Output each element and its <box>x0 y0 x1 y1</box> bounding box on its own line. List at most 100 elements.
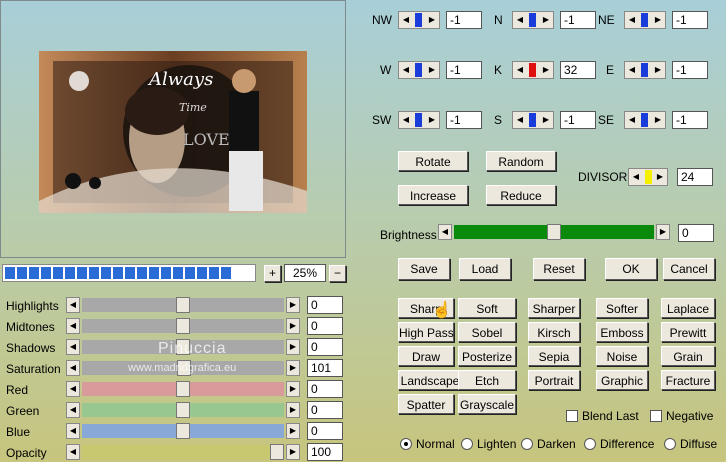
kernel-thumb[interactable] <box>641 63 648 77</box>
mode-diffuse-radio[interactable] <box>664 438 676 450</box>
preset-draw-button[interactable]: Draw <box>398 346 454 366</box>
mode-darken-radio[interactable] <box>521 438 533 450</box>
kernel-field-n[interactable]: -1 <box>560 11 596 29</box>
preset-graphic-button[interactable]: Graphic <box>596 370 648 390</box>
slider-right-icon[interactable]: ▶ <box>286 339 300 355</box>
preset-sepia-button[interactable]: Sepia <box>528 346 580 366</box>
slider-right-icon[interactable]: ▶ <box>286 297 300 313</box>
divisor-spinner[interactable]: ◀ ▶ <box>628 168 668 186</box>
increase-icon[interactable]: ▶ <box>541 14 551 26</box>
kernel-field-w[interactable]: -1 <box>446 61 482 79</box>
kernel-field-s[interactable]: -1 <box>560 111 596 129</box>
kernel-field-ne[interactable]: -1 <box>672 11 708 29</box>
slider-thumb[interactable] <box>176 381 190 397</box>
slider-thumb[interactable] <box>270 444 284 460</box>
kernel-field-sw[interactable]: -1 <box>446 111 482 129</box>
slider-left-icon[interactable]: ◀ <box>66 381 80 397</box>
preset-softer-button[interactable]: Softer <box>596 298 648 318</box>
cancel-button[interactable]: Cancel <box>663 258 715 280</box>
kernel-spinner-e[interactable]: ◀ ▶ <box>624 61 666 79</box>
kernel-spinner-n[interactable]: ◀ ▶ <box>512 11 554 29</box>
brightness-slider[interactable]: ◀ ▶ <box>438 224 670 240</box>
kernel-field-e[interactable]: -1 <box>672 61 708 79</box>
slider-left-icon[interactable]: ◀ <box>66 402 80 418</box>
decrease-icon[interactable]: ◀ <box>401 64 411 76</box>
kernel-spinner-sw[interactable]: ◀ ▶ <box>398 111 440 129</box>
slider-right-icon[interactable]: ▶ <box>286 360 300 376</box>
mode-normal-radio[interactable] <box>400 438 412 450</box>
slider-right-icon[interactable]: ▶ <box>286 423 300 439</box>
decrease-icon[interactable]: ◀ <box>627 114 637 126</box>
decrease-icon[interactable]: ◀ <box>401 114 411 126</box>
preset-spatter-button[interactable]: Spatter <box>398 394 454 414</box>
slider-left-icon[interactable]: ◀ <box>66 339 80 355</box>
increase-icon[interactable]: ▶ <box>427 114 437 126</box>
reduce-button[interactable]: Reduce <box>486 185 556 205</box>
kernel-field-se[interactable]: -1 <box>672 111 708 129</box>
preset-fracture-button[interactable]: Fracture <box>661 370 715 390</box>
kernel-thumb[interactable] <box>529 113 536 127</box>
brightness-right-icon[interactable]: ▶ <box>656 224 670 240</box>
divisor-increase-icon[interactable]: ▶ <box>655 171 665 183</box>
random-button[interactable]: Random <box>486 151 556 171</box>
preset-emboss-button[interactable]: Emboss <box>596 322 648 342</box>
highlights-field[interactable]: 0 <box>307 296 343 314</box>
kernel-spinner-k[interactable]: ◀ ▶ <box>512 61 554 79</box>
preset-landscape-button[interactable]: Landscape <box>398 370 462 390</box>
reset-button[interactable]: Reset <box>533 258 585 280</box>
kernel-spinner-ne[interactable]: ◀ ▶ <box>624 11 666 29</box>
slider-right-icon[interactable]: ▶ <box>286 318 300 334</box>
preset-grain-button[interactable]: Grain <box>661 346 715 366</box>
preset-sobel-button[interactable]: Sobel <box>458 322 516 342</box>
slider-right-icon[interactable]: ▶ <box>286 402 300 418</box>
preset-soft-button[interactable]: Soft <box>458 298 516 318</box>
slider-right-icon[interactable]: ▶ <box>286 444 300 460</box>
divisor-decrease-icon[interactable]: ◀ <box>631 171 641 183</box>
blue-slider[interactable]: ◀ ▶ <box>66 423 300 439</box>
brightness-thumb[interactable] <box>547 224 561 240</box>
decrease-icon[interactable]: ◀ <box>515 14 525 26</box>
slider-left-icon[interactable]: ◀ <box>66 360 80 376</box>
slider-thumb[interactable] <box>176 297 190 313</box>
increase-icon[interactable]: ▶ <box>541 114 551 126</box>
midtones-field[interactable]: 0 <box>307 317 343 335</box>
preset-noise-button[interactable]: Noise <box>596 346 648 366</box>
negative-checkbox[interactable] <box>650 410 662 422</box>
kernel-spinner-se[interactable]: ◀ ▶ <box>624 111 666 129</box>
red-slider[interactable]: ◀ ▶ <box>66 381 300 397</box>
zoom-in-button[interactable]: + <box>264 265 281 282</box>
decrease-icon[interactable]: ◀ <box>401 14 411 26</box>
kernel-thumb[interactable] <box>641 113 648 127</box>
load-button[interactable]: Load <box>459 258 511 280</box>
kernel-spinner-w[interactable]: ◀ ▶ <box>398 61 440 79</box>
mode-difference-radio[interactable] <box>584 438 596 450</box>
shadows-field[interactable]: 0 <box>307 338 343 356</box>
preset-high-pass-button[interactable]: High Pass <box>398 322 454 342</box>
divisor-thumb[interactable] <box>645 170 652 184</box>
preset-grayscale-button[interactable]: Grayscale <box>458 394 516 414</box>
preset-posterize-button[interactable]: Posterize <box>458 346 516 366</box>
ok-button[interactable]: OK <box>605 258 657 280</box>
mode-lighten-radio[interactable] <box>461 438 473 450</box>
brightness-left-icon[interactable]: ◀ <box>438 224 452 240</box>
zoom-out-button[interactable]: − <box>329 265 346 282</box>
kernel-spinner-nw[interactable]: ◀ ▶ <box>398 11 440 29</box>
slider-left-icon[interactable]: ◀ <box>66 444 80 460</box>
preset-laplace-button[interactable]: Laplace <box>661 298 715 318</box>
slider-thumb[interactable] <box>176 423 190 439</box>
kernel-thumb[interactable] <box>415 13 422 27</box>
slider-left-icon[interactable]: ◀ <box>66 318 80 334</box>
opacity-field[interactable]: 100 <box>307 443 343 461</box>
decrease-icon[interactable]: ◀ <box>515 114 525 126</box>
red-field[interactable]: 0 <box>307 380 343 398</box>
slider-thumb[interactable] <box>176 318 190 334</box>
kernel-thumb[interactable] <box>641 13 648 27</box>
preset-sharper-button[interactable]: Sharper <box>528 298 580 318</box>
kernel-thumb[interactable] <box>529 63 536 77</box>
opacity-slider[interactable]: ◀ ▶ <box>66 444 300 460</box>
preset-portrait-button[interactable]: Portrait <box>528 370 580 390</box>
kernel-field-k[interactable]: 32 <box>560 61 596 79</box>
midtones-slider[interactable]: ◀ ▶ <box>66 318 300 334</box>
kernel-spinner-s[interactable]: ◀ ▶ <box>512 111 554 129</box>
preset-etch-button[interactable]: Etch <box>458 370 516 390</box>
